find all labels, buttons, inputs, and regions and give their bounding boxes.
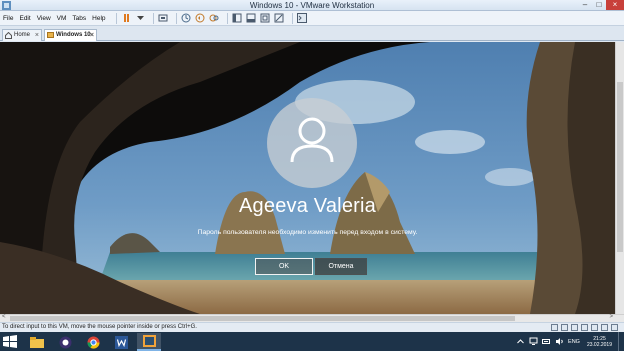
taskbar-chrome[interactable] xyxy=(81,333,105,351)
scrollbar-thumb[interactable] xyxy=(10,316,515,321)
scroll-right-icon[interactable]: > xyxy=(609,314,613,320)
unity-mode-icon[interactable] xyxy=(274,13,285,24)
vmware-icon xyxy=(142,335,156,347)
thumbnail-bar-icon[interactable] xyxy=(246,13,257,24)
toolbar-separator xyxy=(152,12,154,24)
toolbar-separator xyxy=(291,12,293,24)
pause-vm-button[interactable] xyxy=(121,13,132,24)
volume-icon[interactable] xyxy=(555,337,564,346)
scroll-left-icon[interactable]: < xyxy=(2,314,6,320)
window-title-bar: Windows 10 - VMware Workstation – □ × xyxy=(0,0,624,11)
user-avatar xyxy=(267,98,357,188)
hard-disk-icon[interactable] xyxy=(551,324,558,331)
snapshot-icon[interactable] xyxy=(181,13,192,24)
console-view-icon[interactable] xyxy=(297,13,308,24)
ok-button[interactable]: OK xyxy=(255,258,313,275)
menu-file[interactable]: File xyxy=(3,15,13,22)
vm-icon xyxy=(47,32,54,38)
word-icon xyxy=(114,335,128,349)
power-dropdown-icon[interactable] xyxy=(135,13,146,24)
browser-icon xyxy=(59,336,71,348)
full-screen-icon[interactable] xyxy=(260,13,271,24)
vm-screen[interactable]: Ageeva Valeria Пароль пользователя необх… xyxy=(0,42,624,314)
chrome-icon xyxy=(87,336,99,349)
clock-date: 23.02.2019 xyxy=(586,341,612,348)
status-bar: To direct input to this VM, move the mou… xyxy=(0,322,624,332)
tab-windows-10-label: Windows 10 xyxy=(56,32,91,38)
network-adapter-icon[interactable] xyxy=(571,324,578,331)
battery-icon[interactable] xyxy=(542,337,551,346)
password-change-message: Пароль пользователя необходимо изменить … xyxy=(197,229,418,236)
menu-edit[interactable]: Edit xyxy=(19,15,30,22)
tab-windows-10[interactable]: Windows 10 × xyxy=(44,29,97,41)
tab-home-label: Home xyxy=(14,32,31,38)
window-controls: – □ × xyxy=(578,0,624,11)
close-tab-icon[interactable]: × xyxy=(90,30,94,41)
menu-view[interactable]: View xyxy=(37,15,51,22)
folder-icon xyxy=(30,336,44,348)
taskbar-file-explorer[interactable] xyxy=(25,333,49,351)
tab-home[interactable]: Home × xyxy=(2,29,42,41)
toolbar-separator xyxy=(226,12,228,24)
send-ctrl-alt-del-icon[interactable] xyxy=(158,13,169,24)
taskbar-vmware[interactable] xyxy=(137,333,161,351)
input-language[interactable]: ENG xyxy=(568,339,580,345)
taskbar-browser-app[interactable] xyxy=(53,333,77,351)
toolbar-separator xyxy=(115,12,117,24)
menu-tabs[interactable]: Tabs xyxy=(72,15,86,22)
user-icon xyxy=(290,117,334,163)
clock[interactable]: 21:25 23.02.2019 xyxy=(587,336,612,348)
network-icon[interactable] xyxy=(529,337,538,346)
display-icon[interactable] xyxy=(601,324,608,331)
sound-icon[interactable] xyxy=(591,324,598,331)
host-taskbar: ENG 21:25 23.02.2019 xyxy=(0,332,624,351)
minimize-button[interactable]: – xyxy=(578,0,592,10)
horizontal-scrollbar[interactable]: < > xyxy=(0,314,624,322)
vertical-scrollbar[interactable] xyxy=(615,42,624,314)
system-tray: ENG 21:25 23.02.2019 xyxy=(516,332,624,351)
messages-icon[interactable] xyxy=(611,324,618,331)
show-hidden-icons[interactable] xyxy=(516,337,525,346)
home-icon xyxy=(5,32,12,39)
maximize-button[interactable]: □ xyxy=(592,0,606,10)
cancel-button[interactable]: Отмена xyxy=(315,258,367,275)
menu-help[interactable]: Help xyxy=(92,15,105,22)
revert-snapshot-icon[interactable] xyxy=(195,13,206,24)
tab-bar: Home × Windows 10 × xyxy=(0,26,624,41)
menu-vm[interactable]: VM xyxy=(57,15,67,22)
username: Ageeva Valeria xyxy=(239,195,376,217)
toolbar-separator xyxy=(175,12,177,24)
menu-toolbar: File Edit View VM Tabs Help xyxy=(0,11,624,26)
close-button[interactable]: × xyxy=(606,0,624,10)
show-desktop-button[interactable] xyxy=(618,332,624,351)
show-library-icon[interactable] xyxy=(232,13,243,24)
usb-icon[interactable] xyxy=(581,324,588,331)
window-title: Windows 10 - VMware Workstation xyxy=(249,1,375,10)
windows-start-icon[interactable] xyxy=(3,335,17,348)
close-tab-icon[interactable]: × xyxy=(35,30,39,41)
status-hint: To direct input to this VM, move the mou… xyxy=(2,324,197,330)
snapshot-manager-icon[interactable] xyxy=(209,13,220,24)
taskbar-word[interactable] xyxy=(109,333,133,351)
scrollbar-thumb[interactable] xyxy=(617,82,623,252)
device-icons xyxy=(551,324,618,331)
cd-drive-icon[interactable] xyxy=(561,324,568,331)
